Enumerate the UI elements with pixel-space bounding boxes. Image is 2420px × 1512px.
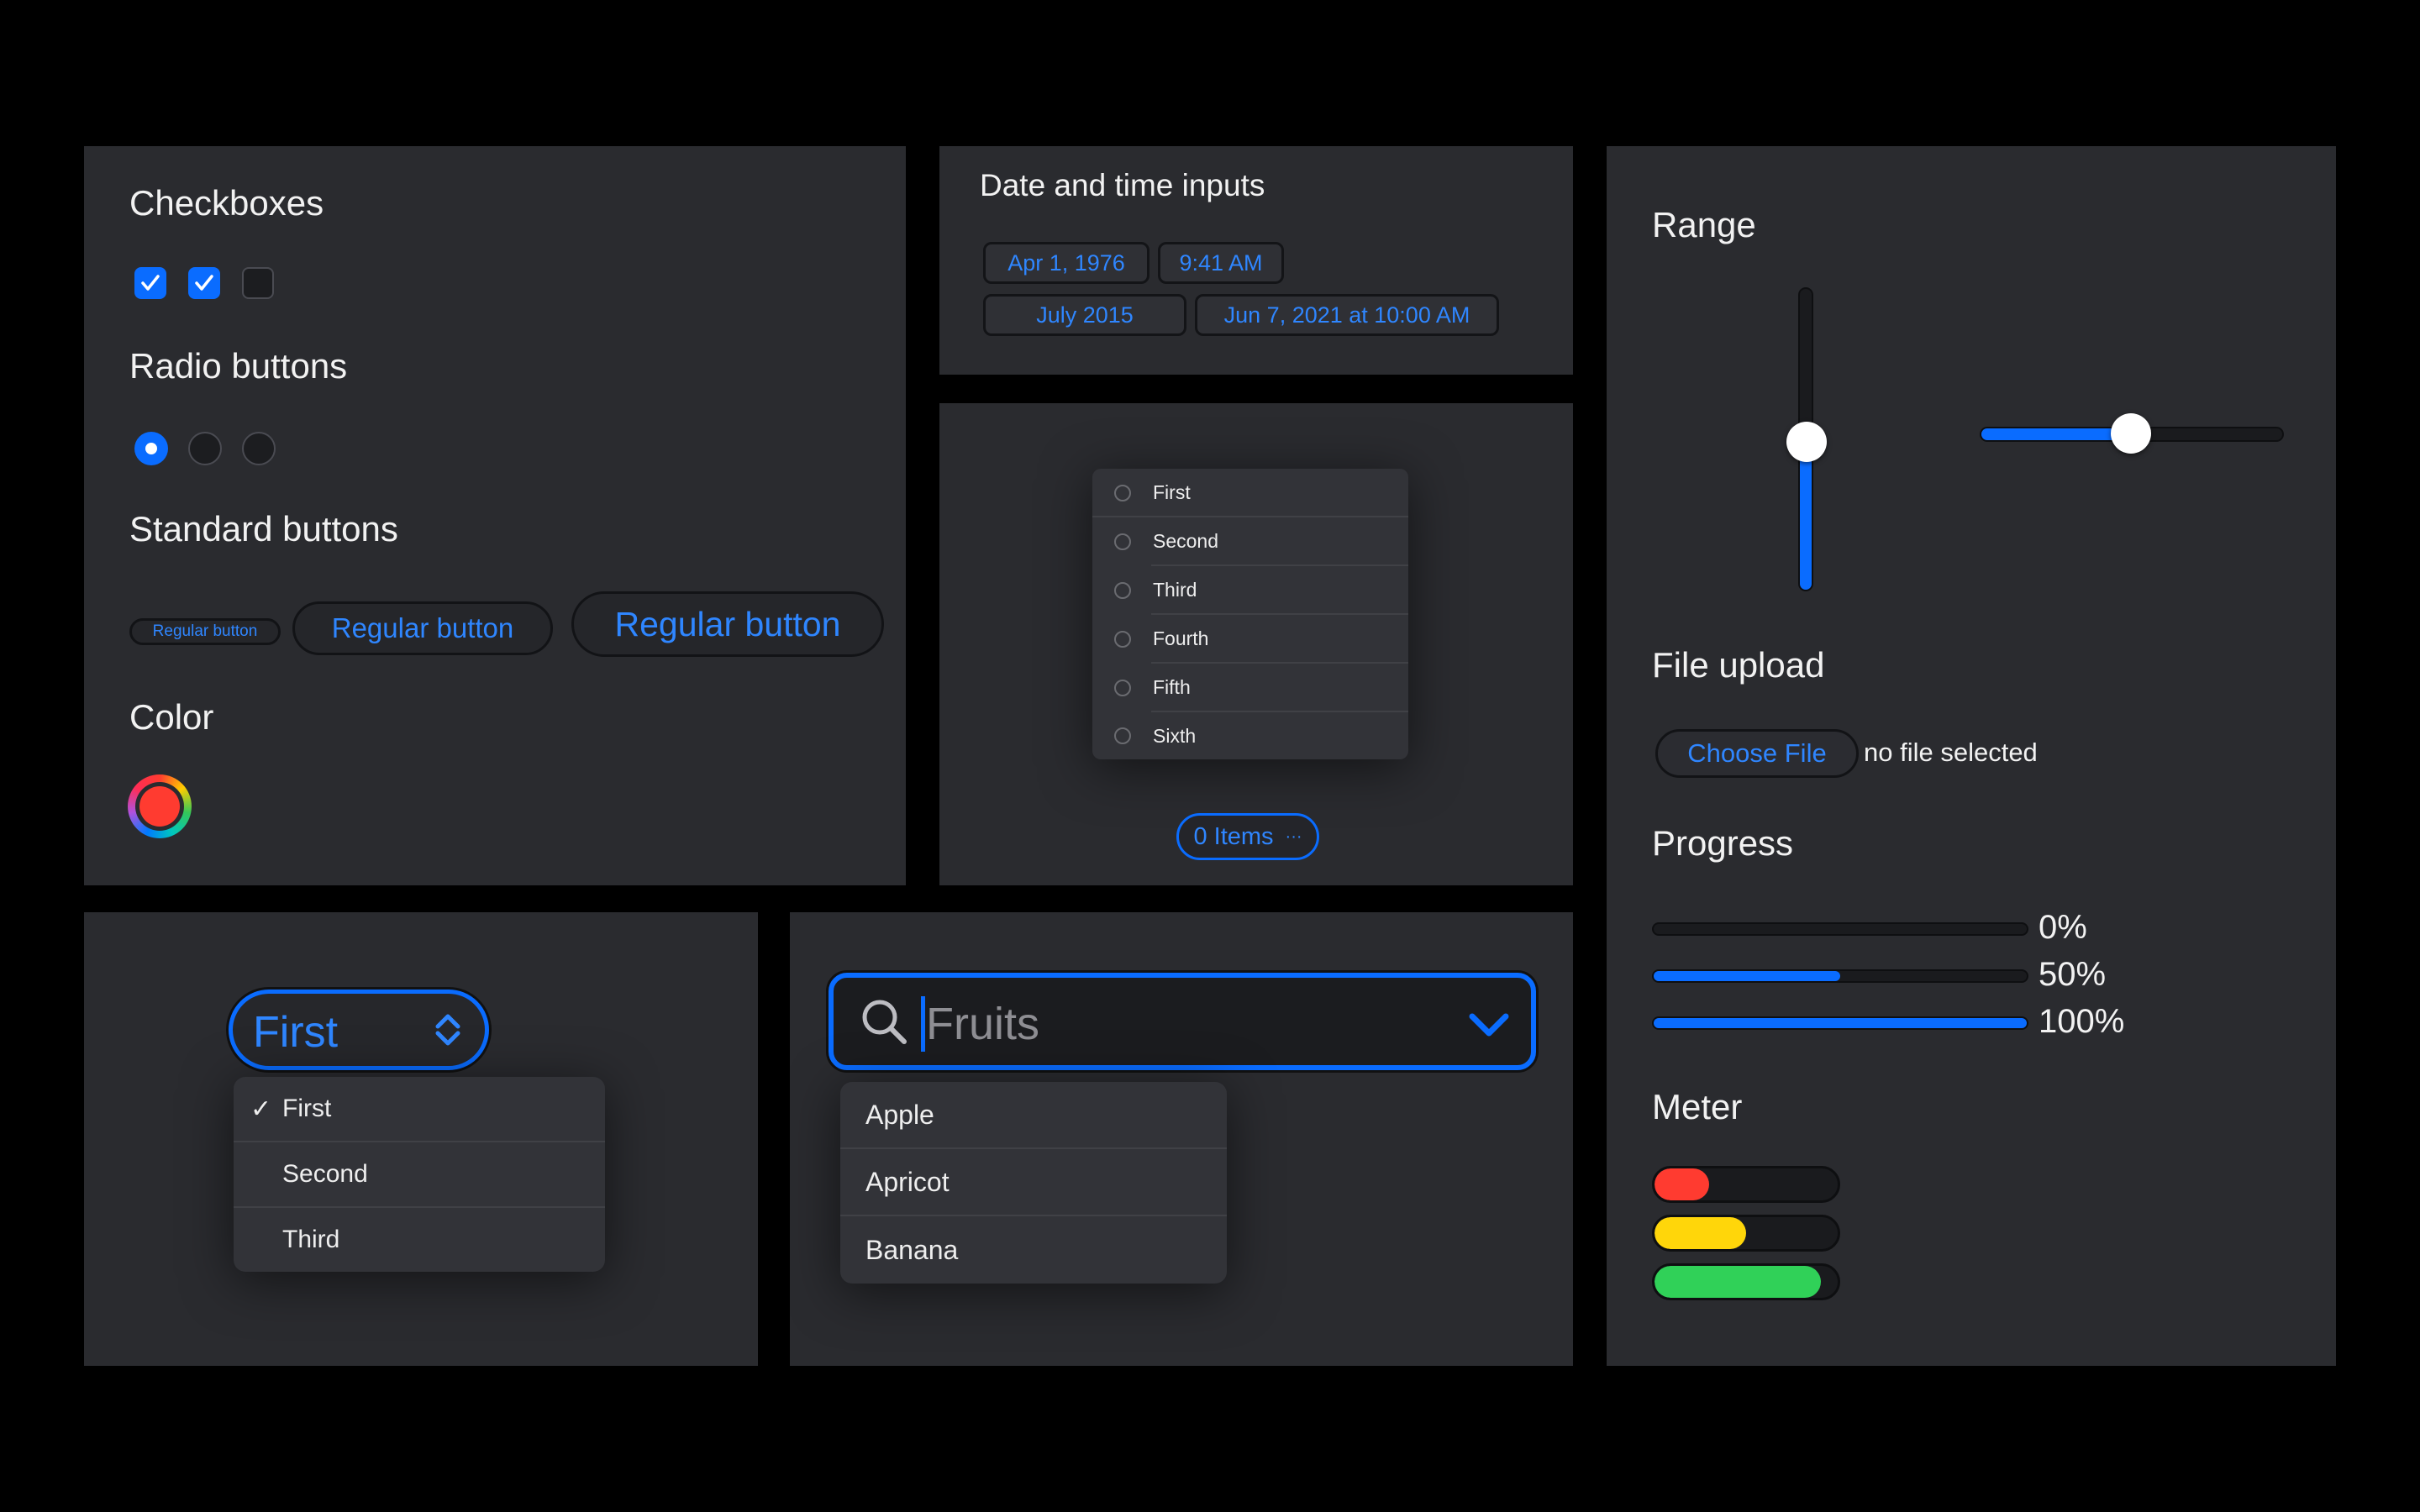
- multiselect-summary-label: 0 Items: [1193, 822, 1274, 850]
- chevron-down-icon[interactable]: [1467, 1010, 1511, 1040]
- select-option[interactable]: Second: [234, 1142, 605, 1208]
- option-label: Fifth: [1153, 675, 1191, 698]
- checkbox-3[interactable]: [242, 267, 274, 299]
- select-panel: First ✓ First Second Third: [84, 912, 758, 1366]
- range-title: Range: [1652, 205, 1756, 244]
- meter-medium: [1652, 1215, 1840, 1252]
- horizontal-range-fill: [1981, 428, 2133, 440]
- datetime-panel: Date and time inputs Apr 1, 1976 9:41 AM…: [939, 146, 1573, 375]
- progress-label: 100%: [2039, 1003, 2125, 1040]
- radio-1[interactable]: [134, 432, 168, 465]
- select-option[interactable]: Third: [234, 1208, 605, 1272]
- meter-title: Meter: [1652, 1087, 1743, 1126]
- standard-buttons-title: Standard buttons: [129, 509, 398, 549]
- combobox-panel: Fruits Apple Apricot Banana: [790, 912, 1573, 1366]
- suggestion-label: Apple: [865, 1099, 934, 1130]
- choose-file-button[interactable]: Choose File: [1655, 729, 1859, 778]
- checkmark-icon: [141, 275, 160, 291]
- radio-3[interactable]: [242, 432, 276, 465]
- progress-title: Progress: [1652, 823, 1794, 863]
- datetime-title: Date and time inputs: [980, 168, 1265, 202]
- option-label: Fourth: [1153, 627, 1209, 649]
- option-label: Second: [1153, 529, 1219, 552]
- multiselect-option[interactable]: Second: [1114, 517, 1408, 566]
- progress-bar: [1652, 922, 2028, 936]
- progress-label: 50%: [2039, 956, 2107, 993]
- meter-fill: [1655, 1168, 1710, 1200]
- multiselect-option[interactable]: Fifth: [1114, 664, 1408, 712]
- vertical-range-thumb[interactable]: [1786, 422, 1827, 462]
- color-well[interactable]: [128, 774, 192, 838]
- search-icon: [862, 1000, 907, 1044]
- color-swatch: [135, 782, 184, 831]
- color-title: Color: [129, 697, 214, 737]
- color-swatch-fill: [139, 786, 180, 827]
- meter-fill: [1655, 1217, 1746, 1249]
- option-radio-icon: [1114, 582, 1131, 599]
- multiselect-option[interactable]: First: [1092, 469, 1408, 517]
- file-upload-title: File upload: [1652, 645, 1825, 685]
- option-label: Third: [282, 1226, 340, 1253]
- regular-button-medium[interactable]: Regular button: [292, 601, 553, 655]
- range-progress-panel: Range File upload Choose File no file se…: [1607, 146, 2336, 1366]
- checkmark-icon: ✓: [250, 1095, 272, 1123]
- multiselect-panel: First Second Third Fourth Fifth Sixth 0 …: [939, 403, 1573, 885]
- option-label: Sixth: [1153, 724, 1197, 747]
- multiselect-option[interactable]: Sixth: [1114, 712, 1408, 759]
- suggestion-item[interactable]: Apple: [840, 1082, 1227, 1149]
- progress-fill: [1654, 971, 1840, 981]
- checkbox-2[interactable]: [188, 267, 220, 299]
- option-radio-icon: [1114, 631, 1131, 648]
- option-radio-icon: [1114, 727, 1131, 744]
- progress-bar: [1652, 969, 2028, 983]
- file-status-text: no file selected: [1864, 738, 2038, 767]
- date-input[interactable]: Apr 1, 1976: [983, 242, 1150, 284]
- progress-bar: [1652, 1016, 2028, 1030]
- controls-panel: Checkboxes Radio buttons Standard button…: [84, 146, 906, 885]
- vertical-range-fill: [1800, 442, 1812, 590]
- progress-fill: [1654, 1018, 2027, 1028]
- meter-fill: [1655, 1266, 1822, 1298]
- regular-button-large[interactable]: Regular button: [571, 591, 884, 657]
- suggestion-label: Banana: [865, 1234, 959, 1265]
- meter-low: [1652, 1166, 1840, 1203]
- option-label: First: [1153, 480, 1191, 503]
- datetime-local-input[interactable]: Jun 7, 2021 at 10:00 AM: [1195, 294, 1499, 336]
- combobox-input[interactable]: Fruits: [829, 973, 1536, 1070]
- multiselect-summary-button[interactable]: 0 Items ···: [1176, 813, 1319, 860]
- chevron-up-down-icon: [435, 1014, 460, 1046]
- radio-buttons-title: Radio buttons: [129, 346, 348, 386]
- suggestion-item[interactable]: Apricot: [840, 1149, 1227, 1216]
- option-radio-icon: [1114, 680, 1131, 696]
- option-radio-icon: [1114, 485, 1131, 501]
- more-icon: ···: [1285, 827, 1302, 846]
- option-label: First: [282, 1095, 332, 1122]
- combobox-suggestions: Apple Apricot Banana: [840, 1082, 1227, 1284]
- multiselect-option[interactable]: Fourth: [1114, 615, 1408, 664]
- month-input[interactable]: July 2015: [983, 294, 1186, 336]
- checkmark-icon: [195, 275, 213, 291]
- progress-label: 0%: [2039, 909, 2087, 946]
- meter-high: [1652, 1263, 1840, 1300]
- horizontal-range-thumb[interactable]: [2111, 413, 2151, 454]
- option-label: Third: [1153, 578, 1197, 601]
- time-input[interactable]: 9:41 AM: [1158, 242, 1284, 284]
- multiselect-option[interactable]: Third: [1114, 566, 1408, 615]
- combobox-placeholder: Fruits: [926, 999, 1039, 1049]
- suggestion-label: Apricot: [865, 1166, 950, 1197]
- select-menu: ✓ First Second Third: [234, 1077, 605, 1272]
- select-control[interactable]: First: [229, 990, 489, 1070]
- suggestion-item[interactable]: Banana: [840, 1216, 1227, 1284]
- multiselect-menu: First Second Third Fourth Fifth Sixth: [1092, 469, 1408, 759]
- option-label: Second: [282, 1160, 368, 1188]
- checkbox-1[interactable]: [134, 267, 166, 299]
- text-cursor: [921, 996, 925, 1052]
- select-option[interactable]: ✓ First: [234, 1077, 605, 1142]
- regular-button-small[interactable]: Regular button: [129, 618, 281, 645]
- checkboxes-title: Checkboxes: [129, 183, 324, 223]
- option-radio-icon: [1114, 533, 1131, 550]
- select-value: First: [253, 1008, 339, 1057]
- radio-2[interactable]: [188, 432, 222, 465]
